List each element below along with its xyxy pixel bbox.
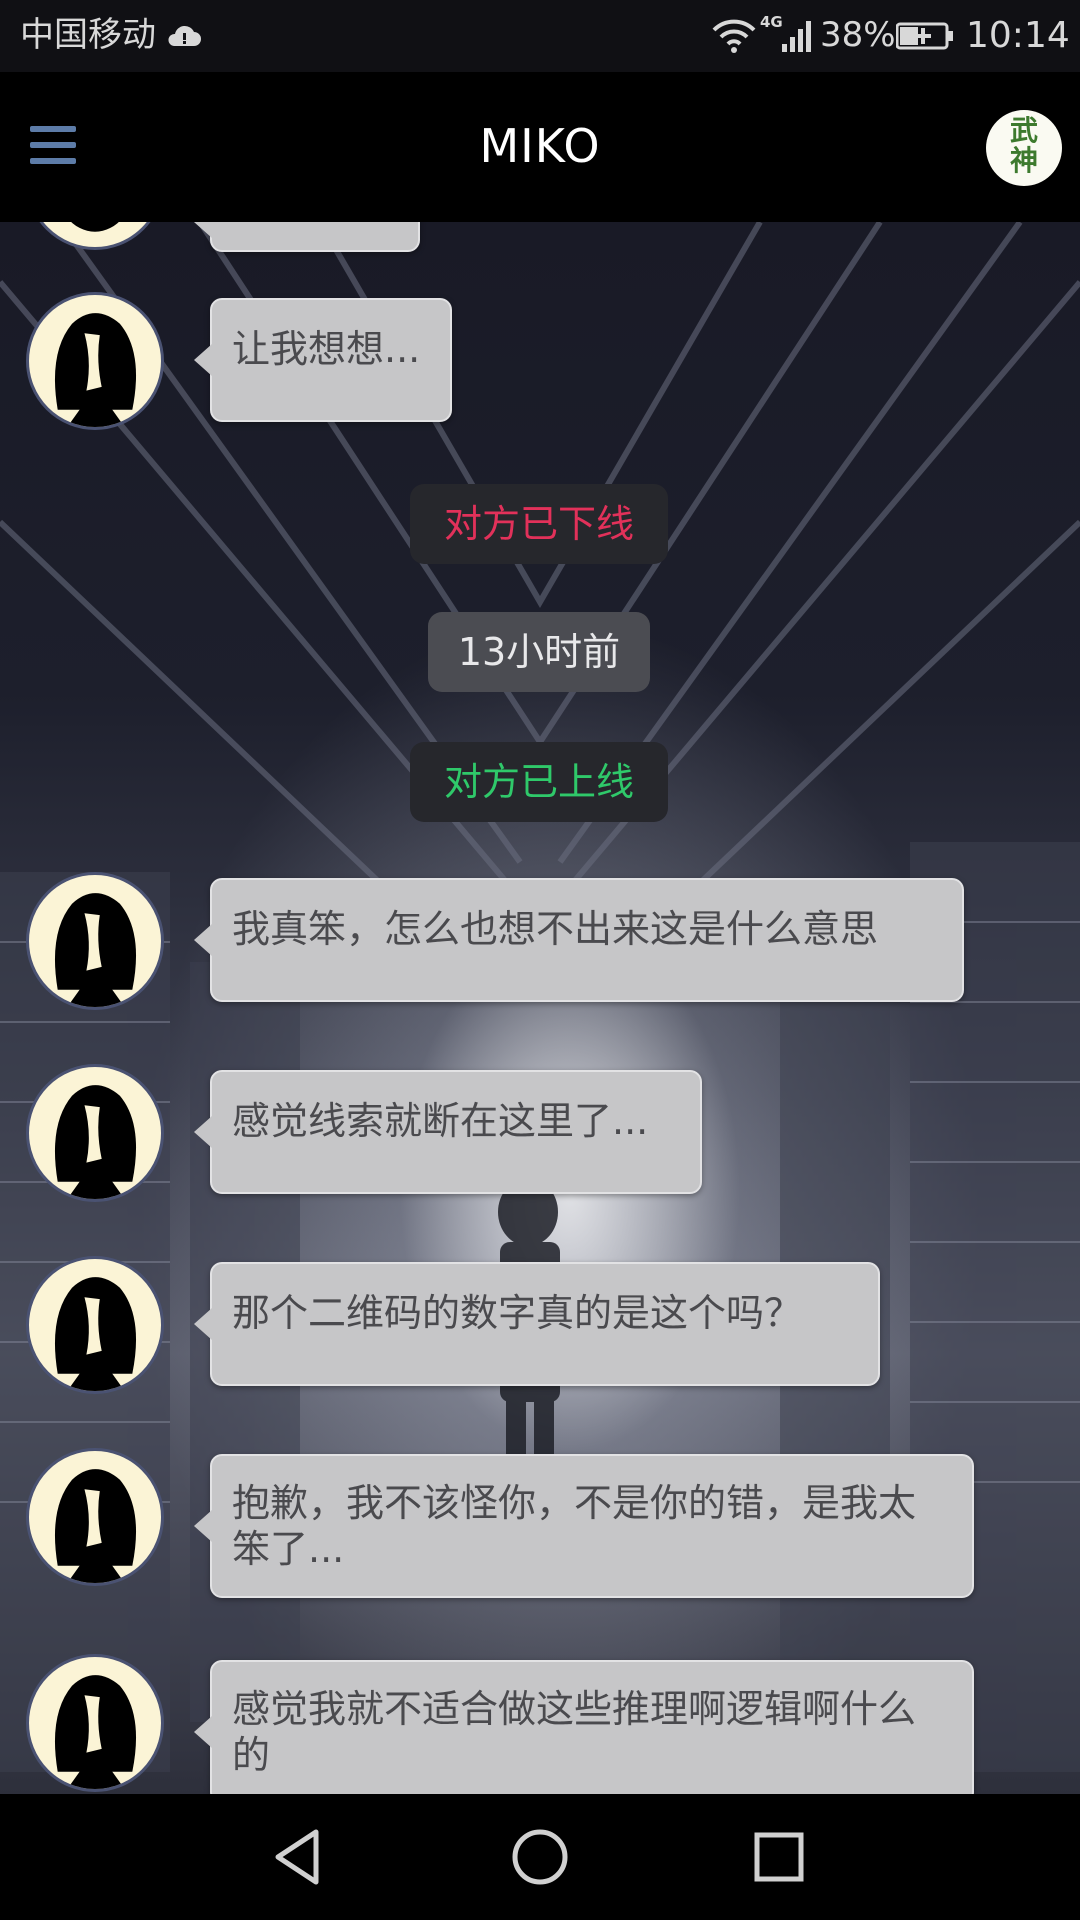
carrier-name: 中国移动 bbox=[20, 15, 156, 55]
message-text: 我真笨，怎么也想不出来这是什么意思 bbox=[232, 907, 879, 951]
message-text: 感觉线索就断在这里了... bbox=[232, 1099, 649, 1143]
message-bubble: 感觉我就不适合做这些推理啊逻辑啊什么的 bbox=[194, 1660, 974, 1794]
back-icon[interactable] bbox=[266, 1824, 332, 1890]
message-text: 感觉我就不适合做这些推理啊逻辑啊什么的 bbox=[232, 1687, 917, 1777]
miko-avatar[interactable] bbox=[26, 1448, 164, 1586]
miko-avatar[interactable] bbox=[26, 292, 164, 430]
signal-icon bbox=[782, 21, 811, 52]
chat-area[interactable]: 让我想想... 对方已下线 13小时前 对方已上线 我真笨，怎么也想不出来这是什… bbox=[0, 222, 1080, 1794]
app-bar: MIKO 武神 bbox=[0, 72, 1080, 222]
miko-avatar[interactable] bbox=[26, 1256, 164, 1394]
profile-avatar-text: 武神 bbox=[1009, 114, 1038, 177]
chat-title: MIKO bbox=[479, 119, 601, 173]
timestamp-text: 13小时前 bbox=[457, 630, 621, 674]
system-offline-notice: 对方已下线 bbox=[410, 484, 668, 564]
battery-percent: 38% bbox=[820, 15, 896, 55]
message-text: 抱歉，我不该怪你，不是你的错，是我太笨了... bbox=[232, 1481, 917, 1571]
profile-avatar[interactable]: 武神 bbox=[986, 110, 1062, 186]
system-text: 对方已下线 bbox=[443, 502, 634, 546]
message-bubble: 我真笨，怎么也想不出来这是什么意思 bbox=[194, 878, 964, 1002]
message-bubble-partial bbox=[194, 222, 420, 252]
message-bubble: 抱歉，我不该怪你，不是你的错，是我太笨了... bbox=[194, 1454, 974, 1598]
system-nav-bar bbox=[0, 1794, 1080, 1920]
message-text: 让我想想... bbox=[232, 327, 421, 371]
home-icon[interactable] bbox=[507, 1824, 573, 1890]
message-bubble: 让我想想... bbox=[194, 298, 452, 422]
battery-charging-icon bbox=[896, 22, 953, 50]
message-bubble: 感觉线索就断在这里了... bbox=[194, 1070, 702, 1194]
message-bubble: 那个二维码的数字真的是这个吗？ bbox=[194, 1262, 880, 1386]
miko-avatar[interactable] bbox=[26, 1064, 164, 1202]
cloud-icon bbox=[168, 25, 201, 46]
timestamp-pill: 13小时前 bbox=[428, 612, 650, 692]
status-bar: 中国移动 4G 38% 10:14 bbox=[0, 0, 1080, 72]
miko-avatar[interactable] bbox=[26, 872, 164, 1010]
system-text: 对方已上线 bbox=[443, 760, 634, 804]
wifi-icon bbox=[712, 19, 756, 53]
system-online-notice: 对方已上线 bbox=[410, 742, 668, 822]
message-text: 那个二维码的数字真的是这个吗？ bbox=[232, 1291, 803, 1335]
clock: 10:14 bbox=[966, 15, 1070, 56]
recents-icon[interactable] bbox=[746, 1824, 812, 1890]
miko-avatar[interactable] bbox=[26, 1654, 164, 1792]
